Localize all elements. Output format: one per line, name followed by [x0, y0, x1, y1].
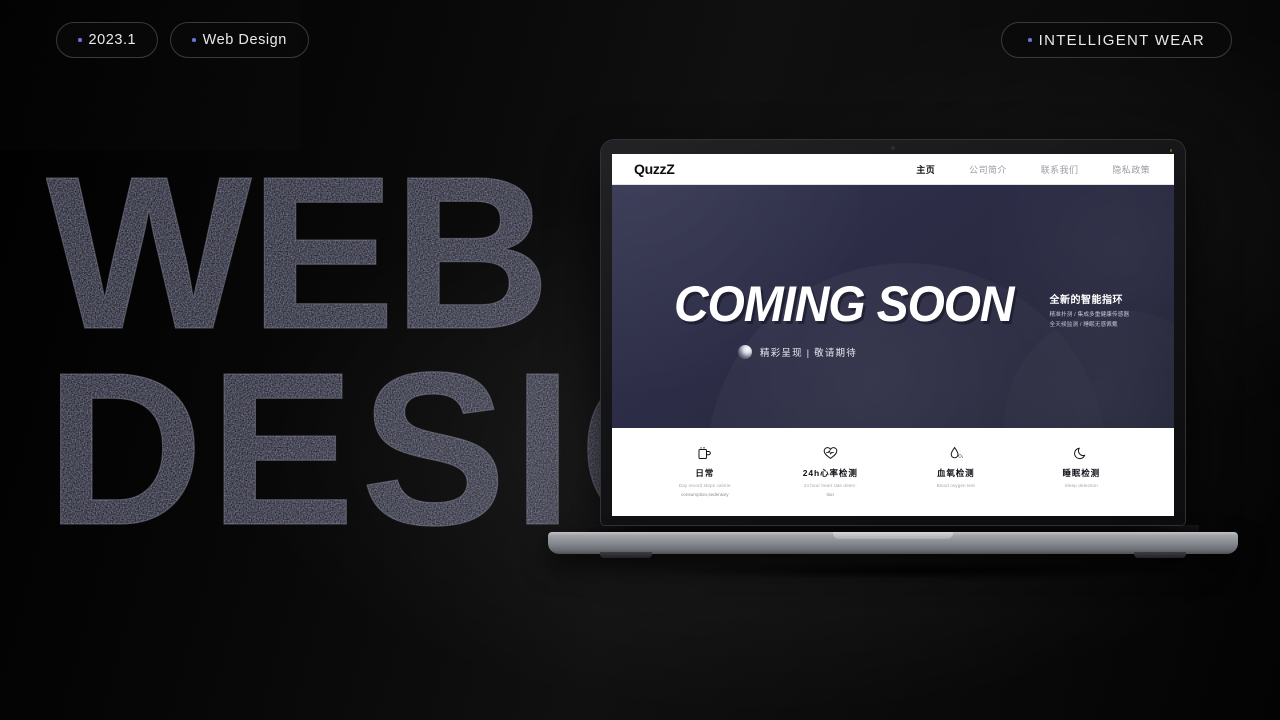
webcam-icon [891, 146, 895, 150]
badge-date-label: 2023.1 [88, 32, 137, 48]
cup-icon [648, 444, 762, 462]
hero-content: COMING SOON 全新的智能指环 精准扑测 / 集成多重健康传感器 全天候… [612, 185, 1174, 331]
badge-date[interactable]: 2023.1 [56, 22, 159, 58]
laptop-base [548, 532, 1238, 558]
feature-subtitle-en: Sleep detection [1064, 483, 1098, 488]
screen-viewport: QuzzZ 主页 公司简介 联系我们 隐私政策 COMING SOON 全新的智… [612, 154, 1174, 516]
site-nav-links: 主页 公司简介 联系我们 隐私政策 [916, 163, 1150, 176]
badge-category[interactable]: Web Design [170, 22, 309, 58]
moon-icon [1025, 444, 1139, 462]
laptop-mockup: QuzzZ 主页 公司简介 联系我们 隐私政策 COMING SOON 全新的智… [548, 140, 1280, 586]
feature-subtitle-en: Blood oxygen test [936, 483, 975, 488]
feature-strip: 日常 Day record steps calorie consumption,… [612, 428, 1174, 516]
heart-rate-icon [774, 444, 888, 462]
sphere-icon [738, 344, 752, 359]
bullet-dot-icon [78, 38, 82, 42]
hero-headline: COMING SOON [674, 276, 1014, 332]
hero-tagline-text: 精彩呈现 | 敬请期待 [760, 347, 857, 359]
bullet-dot-icon [1028, 38, 1032, 42]
badge-brand[interactable]: INTELLIGENT WEAR [1001, 22, 1232, 58]
feature-subtitle-en: 24 hour heart rate detec- [803, 483, 857, 488]
feature-card-sleep[interactable]: 睡眠检测 Sleep detection [1019, 444, 1145, 491]
laptop-foot-left [600, 552, 652, 558]
hero-side-title: 全新的智能指环 [1049, 295, 1123, 306]
feature-card-blood-oxygen[interactable]: O₂ 血氧检测 Blood oxygen test [893, 444, 1019, 491]
feature-subtitle-en: Day record steps calorie [678, 483, 731, 488]
laptop-hinge [587, 525, 1199, 532]
feature-title: 睡眠检测 [1062, 468, 1101, 478]
laptop-drop-shadow [548, 560, 1280, 586]
feature-title: 血氧检测 [936, 468, 975, 478]
feature-card-heart-rate[interactable]: 24h心率检测 24 hour heart rate detec- tion [768, 444, 894, 499]
badge-brand-label: INTELLIGENT WEAR [1038, 31, 1205, 49]
bullet-dot-icon [192, 38, 196, 42]
hero-side-line-1: 精准扑测 / 集成多重健康传感器 [1049, 312, 1130, 318]
nav-item-home[interactable]: 主页 [916, 163, 935, 176]
feature-subtitle-en-2: consumption,sedentary [681, 492, 729, 498]
nav-item-contact[interactable]: 联系我们 [1041, 163, 1079, 176]
hero-side-line-2: 全天候监测 / 睡眠无感佩戴 [1049, 321, 1118, 328]
page-background: WEB DESIGN WEB DESIGN 2023.1 Web Design … [0, 0, 1280, 720]
laptop-lid: QuzzZ 主页 公司简介 联系我们 隐私政策 COMING SOON 全新的智… [601, 140, 1185, 525]
site-logo[interactable]: QuzzZ [634, 161, 675, 177]
nav-item-privacy[interactable]: 隐私政策 [1112, 163, 1150, 176]
nav-item-about[interactable]: 公司简介 [969, 163, 1007, 176]
feature-subtitle-en-2: tion [826, 492, 834, 498]
hero-tagline: 精彩呈现 | 敬请期待 [738, 344, 1174, 359]
laptop-base-notch [833, 532, 953, 539]
hero-section: COMING SOON 全新的智能指环 精准扑测 / 集成多重健康传感器 全天候… [612, 185, 1174, 428]
feature-title: 24h心率检测 [802, 468, 858, 478]
wordmark-web: WEB [46, 150, 549, 375]
top-right-badge-group: INTELLIGENT WEAR [1001, 22, 1232, 58]
feature-card-daily[interactable]: 日常 Day record steps calorie consumption,… [642, 444, 768, 499]
hero-side-copy: 全新的智能指环 精准扑测 / 集成多重健康传感器 全天候监测 / 睡眠无感佩戴 [1049, 281, 1129, 331]
laptop-foot-right [1134, 552, 1186, 558]
badge-category-label: Web Design [202, 32, 287, 48]
top-left-badge-group: 2023.1 Web Design [56, 22, 309, 58]
svg-text:O₂: O₂ [958, 453, 963, 458]
site-navbar: QuzzZ 主页 公司简介 联系我们 隐私政策 [612, 154, 1174, 185]
indicator-light-icon [1169, 149, 1172, 152]
blood-drop-icon: O₂ [899, 444, 1013, 462]
feature-title: 日常 [695, 468, 715, 478]
